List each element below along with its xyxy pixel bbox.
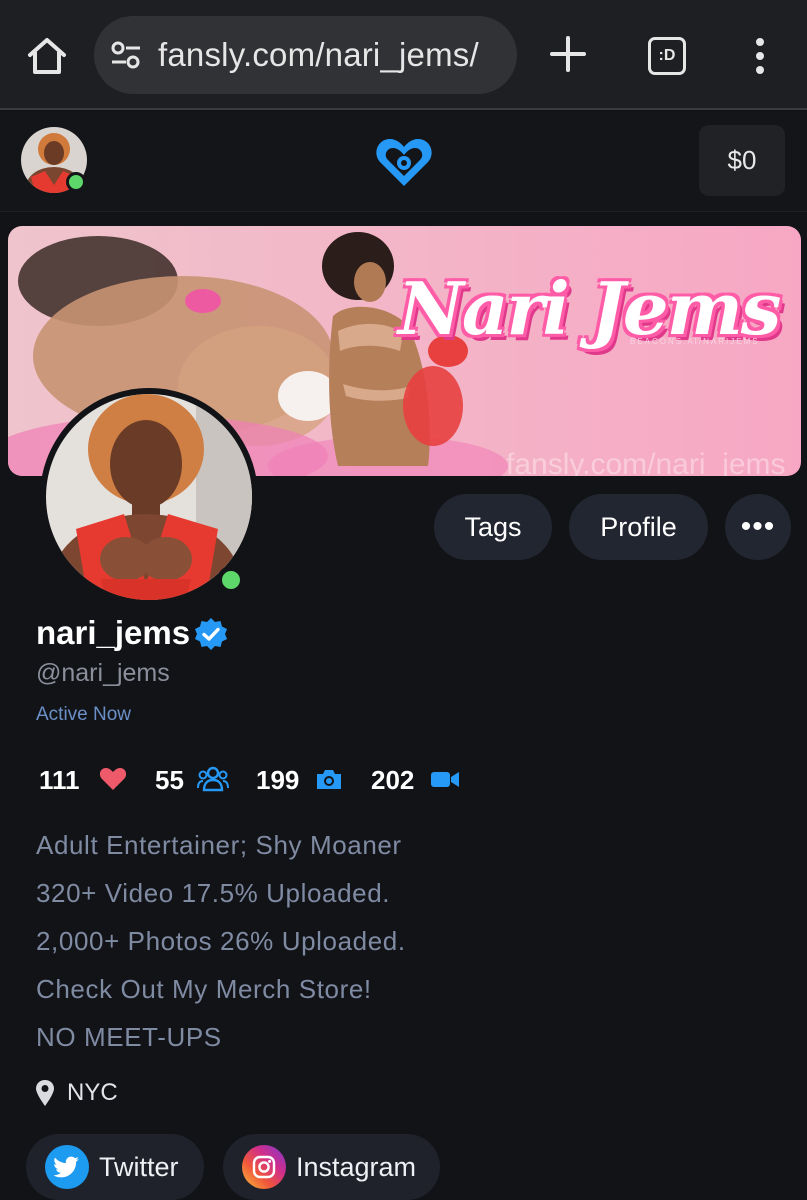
verified-badge-icon — [195, 618, 227, 650]
banner-watermark: fansly.com/nari_jems — [506, 448, 786, 476]
more-options-button[interactable]: ••• — [725, 494, 791, 560]
instagram-label: Instagram — [296, 1151, 417, 1182]
balance-amount: $0 — [727, 145, 757, 175]
followers-icon — [197, 766, 229, 792]
tags-button[interactable]: Tags — [434, 494, 552, 560]
site-settings-icon[interactable] — [110, 40, 142, 70]
bio-line: Adult Entertainer; Shy Moaner — [36, 830, 402, 860]
bio-line: 320+ Video 17.5% Uploaded. — [36, 878, 391, 908]
twitter-link-button[interactable]: Twitter — [26, 1134, 204, 1200]
banner-subtitle: BEACONS.AI/NARIJEMS — [630, 337, 760, 346]
overflow-menu-icon[interactable] — [748, 36, 772, 76]
more-options-icon: ••• — [740, 510, 776, 543]
tags-label: Tags — [464, 511, 522, 542]
twitter-label: Twitter — [99, 1151, 179, 1182]
fansly-logo-icon[interactable] — [374, 136, 434, 188]
bio-line: NO MEET-UPS — [36, 1022, 222, 1052]
instagram-icon — [242, 1145, 286, 1189]
videos-count: 202 — [371, 765, 415, 795]
camera-icon — [317, 770, 341, 789]
profile-button[interactable]: Profile — [569, 494, 708, 560]
username-handle: @nari_jems — [36, 659, 170, 687]
tab-switcher-button[interactable]: :D — [648, 37, 686, 75]
location-text: NYC — [67, 1079, 118, 1106]
twitter-icon — [45, 1145, 89, 1189]
browser-toolbar: fansly.com/nari_jems/ :D — [0, 0, 807, 110]
home-icon[interactable] — [24, 33, 70, 79]
profile-label: Profile — [600, 511, 677, 542]
new-tab-icon[interactable] — [548, 34, 588, 74]
location-pin-icon — [36, 1080, 54, 1106]
instagram-link-button[interactable]: Instagram — [223, 1134, 440, 1200]
wallet-balance-button[interactable]: $0 — [699, 125, 785, 196]
address-bar[interactable]: fansly.com/nari_jems/ — [94, 16, 517, 94]
video-camera-icon — [431, 772, 459, 787]
display-name: nari_jems — [36, 614, 191, 651]
likes-count: 111 — [39, 765, 80, 795]
followers-count: 55 — [155, 765, 184, 795]
heart-icon — [99, 768, 127, 790]
online-indicator — [66, 172, 86, 192]
activity-status: Active Now — [36, 704, 132, 725]
tab-switcher-label: :D — [658, 47, 676, 64]
url-text[interactable]: fansly.com/nari_jems/ — [158, 36, 479, 74]
app-header: $0 — [0, 112, 807, 212]
photos-count: 199 — [256, 765, 300, 795]
bio-line: 2,000+ Photos 26% Uploaded. — [36, 926, 406, 956]
bio-line: Check Out My Merch Store! — [36, 974, 372, 1004]
online-indicator — [217, 566, 245, 594]
